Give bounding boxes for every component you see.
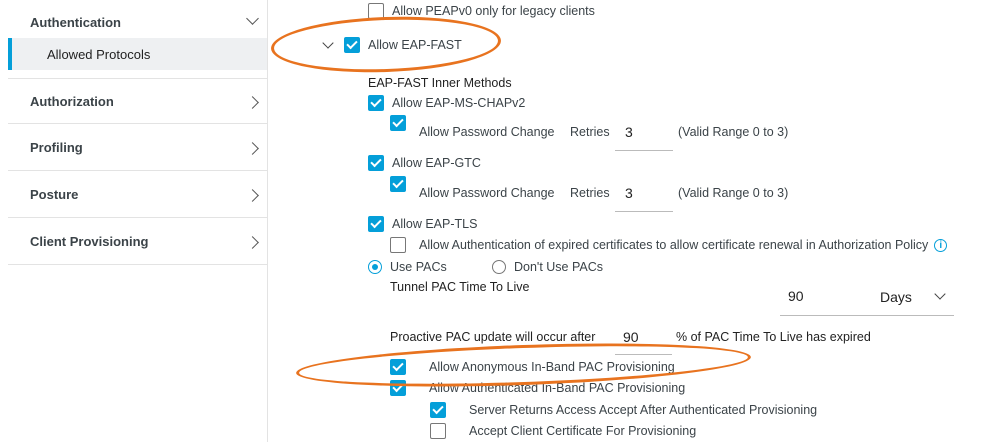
main-content: Allow PEAPv0 only for legacy clients All… (268, 0, 998, 442)
sidebar-item-authorization[interactable]: Authorization (8, 78, 267, 124)
gtc-password-change-label: Allow Password Change (419, 186, 555, 200)
expired-certs-option[interactable]: Allow Authentication of expired certific… (390, 237, 948, 253)
tunnel-pac-ttl-label: Tunnel PAC Time To Live (390, 280, 530, 294)
ms-chapv2-label: Allow EAP-MS-CHAPv2 (392, 96, 526, 110)
chevron-right-icon (246, 236, 259, 249)
chevron-right-icon (246, 189, 259, 202)
gtc-retries-label: Retries (570, 186, 610, 200)
chevron-down-icon (934, 288, 946, 300)
tls-option[interactable]: Allow EAP-TLS (368, 216, 477, 232)
use-pacs-radio[interactable] (368, 260, 382, 274)
sidebar-item-client-provisioning[interactable]: Client Provisioning (8, 219, 267, 265)
proactive-input[interactable]: 90 (615, 325, 672, 355)
use-pacs-option[interactable]: Use PACs (368, 260, 447, 274)
ms-retries-label: Retries (570, 125, 610, 139)
eap-fast-option[interactable]: Allow EAP-FAST (344, 37, 462, 53)
ms-password-change-label: Allow Password Change (419, 125, 555, 139)
sidebar-item-profiling[interactable]: Profiling (8, 125, 267, 171)
tls-checkbox[interactable] (368, 216, 384, 232)
chevron-right-icon (246, 96, 259, 109)
sidebar-item-label: Client Provisioning (30, 234, 149, 249)
peapv0-option[interactable]: Allow PEAPv0 only for legacy clients (368, 3, 595, 19)
ms-password-change-option[interactable] (390, 115, 406, 131)
anon-inband-option[interactable]: Allow Anonymous In-Band PAC Provisioning (390, 359, 675, 375)
auth-inband-label: Allow Authenticated In-Band PAC Provisio… (429, 381, 686, 395)
server-returns-option[interactable]: Server Returns Access Accept After Authe… (430, 402, 817, 418)
inner-methods-title: EAP-FAST Inner Methods (368, 76, 512, 90)
eap-fast-label: Allow EAP-FAST (368, 38, 462, 52)
gtc-option[interactable]: Allow EAP-GTC (368, 155, 481, 171)
auth-inband-checkbox[interactable] (390, 380, 406, 396)
dont-use-pacs-radio[interactable] (492, 260, 506, 274)
anon-inband-label: Allow Anonymous In-Band PAC Provisioning (429, 360, 675, 374)
ms-chapv2-option[interactable]: Allow EAP-MS-CHAPv2 (368, 95, 525, 111)
dont-use-pacs-option[interactable]: Don't Use PACs (492, 260, 603, 274)
ms-valid-range: (Valid Range 0 to 3) (678, 125, 789, 139)
server-returns-label: Server Returns Access Accept After Authe… (469, 403, 818, 417)
tunnel-pac-ttl-input[interactable]: 90 (780, 284, 872, 316)
server-returns-checkbox[interactable] (430, 402, 446, 418)
tls-label: Allow EAP-TLS (392, 217, 478, 231)
gtc-label: Allow EAP-GTC (392, 156, 481, 170)
gtc-valid-range: (Valid Range 0 to 3) (678, 186, 789, 200)
peapv0-label: Allow PEAPv0 only for legacy clients (392, 4, 595, 18)
auth-inband-option[interactable]: Allow Authenticated In-Band PAC Provisio… (390, 380, 685, 396)
accept-client-cert-label: Accept Client Certificate For Provisioni… (469, 424, 697, 438)
sidebar-item-label: Authentication (30, 15, 121, 30)
sidebar-item-posture[interactable]: Posture (8, 172, 267, 218)
sidebar-item-allowed-protocols[interactable]: Allowed Protocols (8, 38, 267, 70)
gtc-checkbox[interactable] (368, 155, 384, 171)
proactive-label: Proactive PAC update will occur after (390, 330, 596, 344)
expired-certs-label: Allow Authentication of expired certific… (419, 238, 929, 252)
proactive-suffix: % of PAC Time To Live has expired (676, 330, 871, 344)
anon-inband-checkbox[interactable] (390, 359, 406, 375)
gtc-password-change-option[interactable] (390, 176, 406, 192)
sidebar: Authentication Allowed Protocols Authori… (8, 0, 268, 442)
info-icon[interactable]: i (934, 238, 948, 252)
sidebar-item-label: Authorization (30, 93, 114, 109)
eap-fast-checkbox[interactable] (344, 37, 360, 53)
gtc-password-change-checkbox[interactable] (390, 176, 406, 192)
use-pacs-label: Use PACs (390, 260, 447, 274)
chevron-down-icon[interactable] (322, 37, 334, 49)
accept-client-cert-checkbox[interactable] (430, 423, 446, 439)
sidebar-item-label: Allowed Protocols (47, 46, 151, 62)
ms-password-change-checkbox[interactable] (390, 115, 406, 131)
ttl-unit-select[interactable]: Days (872, 284, 954, 316)
chevron-down-icon (246, 12, 259, 25)
sidebar-item-label: Profiling (30, 140, 83, 155)
chevron-right-icon (246, 142, 259, 155)
peapv0-checkbox[interactable] (368, 3, 384, 19)
accept-client-cert-option[interactable]: Accept Client Certificate For Provisioni… (430, 423, 696, 439)
ms-chapv2-checkbox[interactable] (368, 95, 384, 111)
expired-certs-checkbox[interactable] (390, 237, 406, 253)
ttl-unit-value: Days (880, 289, 912, 305)
ms-retries-input[interactable]: 3 (615, 120, 673, 151)
dont-use-pacs-label: Don't Use PACs (514, 260, 603, 274)
sidebar-item-label: Posture (30, 187, 79, 202)
gtc-retries-input[interactable]: 3 (615, 181, 673, 212)
